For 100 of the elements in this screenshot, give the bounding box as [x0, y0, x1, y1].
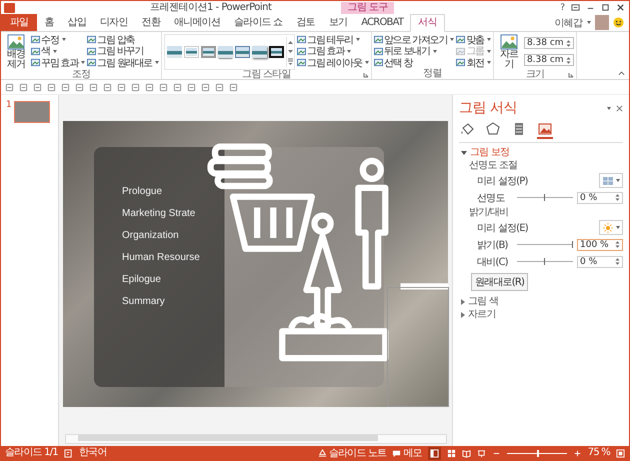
ribbon-button[interactable]: 선택 창 — [374, 57, 454, 68]
spinner-icon[interactable] — [566, 38, 571, 48]
close-icon[interactable] — [616, 104, 623, 112]
ribbon-button[interactable]: 그림 테두리 — [296, 34, 369, 46]
zoom-slider-thumb[interactable] — [536, 450, 539, 456]
zoom-in-icon[interactable] — [572, 448, 582, 458]
ribbon-tab[interactable]: 슬라이드 쇼 — [227, 14, 290, 31]
toolbar-icon[interactable] — [19, 82, 28, 92]
picture-style-thumbnail[interactable] — [268, 46, 284, 58]
close-icon[interactable] — [616, 3, 625, 12]
comments-button[interactable]: 메모 — [392, 446, 422, 460]
fill-tab-icon[interactable] — [459, 121, 475, 137]
ribbon-tab[interactable]: 디자인 — [93, 14, 135, 31]
user-name[interactable]: 이혜갑 — [554, 16, 582, 30]
ribbon-tab[interactable]: 파일 — [1, 14, 38, 31]
value-input-field[interactable]: 0 % — [577, 256, 623, 268]
toolbar-icon[interactable] — [103, 82, 112, 92]
toolbar-icon[interactable] — [159, 82, 168, 92]
toolbar-icon[interactable] — [89, 82, 98, 92]
smiley-icon[interactable] — [613, 17, 624, 28]
ribbon-button[interactable]: 그림 효과 — [296, 46, 369, 57]
ribbon-tab[interactable]: 홈 — [37, 14, 61, 31]
caret-icon[interactable] — [587, 21, 591, 24]
pane-options-icon[interactable] — [607, 106, 611, 110]
size-input-field[interactable]: 8.38 cm — [524, 54, 574, 66]
toolbar-icon[interactable] — [5, 82, 14, 92]
ribbon-button[interactable]: 꾸밈 효과 — [31, 57, 86, 68]
notes-icon — [318, 448, 327, 458]
ribbon-button[interactable]: 그림 원래대로 — [87, 57, 159, 68]
dialog-launcher-icon[interactable] — [568, 72, 574, 78]
ribbon-button[interactable]: 배경 제거 — [3, 34, 29, 70]
dialog-launcher-icon[interactable] — [362, 72, 369, 78]
gallery-scroll-icon[interactable] — [286, 37, 294, 67]
ribbon-tab[interactable]: 서식 — [410, 14, 445, 32]
spinner-icon[interactable] — [615, 257, 620, 266]
ribbon-button[interactable]: 자르기 — [496, 34, 522, 70]
horizontal-scrollbar[interactable] — [64, 434, 446, 444]
ribbon-button[interactable]: 회전 — [456, 57, 491, 68]
picture-style-gallery[interactable] — [164, 34, 295, 70]
normal-view-icon[interactable] — [428, 446, 441, 460]
spinner-icon[interactable] — [615, 193, 620, 202]
toolbar-icon[interactable] — [117, 82, 126, 92]
toolbar-icon[interactable] — [75, 82, 84, 92]
ribbon-button[interactable]: 그림 바꾸기 — [87, 46, 159, 57]
ribbon-button[interactable]: 색 — [31, 46, 86, 57]
ribbon-display-icon[interactable] — [571, 3, 580, 12]
toolbar-icon[interactable] — [145, 82, 154, 92]
toolbar-icon[interactable] — [187, 82, 196, 92]
ribbon-button[interactable]: 뒤로 보내기 — [374, 46, 454, 57]
fit-to-window-icon[interactable] — [616, 448, 625, 458]
picture-style-thumbnail[interactable] — [166, 46, 182, 58]
ribbon-button[interactable]: 수정 — [31, 34, 86, 46]
section-header[interactable]: 자르기 — [459, 308, 623, 321]
collapse-ribbon-icon[interactable] — [618, 70, 625, 76]
zoom-level[interactable]: 75 % — [588, 446, 610, 460]
pentagon-tab-icon[interactable] — [485, 121, 501, 137]
ribbon-tab[interactable]: 보기 — [322, 14, 354, 31]
toolbar-icon[interactable] — [61, 82, 70, 92]
spinner-icon[interactable] — [615, 240, 620, 249]
ribbon-tab[interactable]: 삽입 — [60, 14, 94, 31]
ribbon-button[interactable]: 그림 압축 — [87, 34, 159, 46]
picture-style-thumbnail[interactable] — [218, 46, 233, 58]
spinner-icon[interactable] — [566, 56, 571, 64]
ribbon-button[interactable]: 그림 레이아웃 — [296, 57, 369, 68]
presentation-icon[interactable] — [476, 448, 486, 458]
picture-icon — [31, 35, 40, 44]
ribbon-button[interactable]: 맞춤 — [456, 34, 491, 46]
toolbar-icon[interactable] — [229, 82, 238, 92]
ribbon-tab[interactable]: 애니메이션 — [167, 14, 228, 31]
picture-tab-icon[interactable] — [537, 121, 553, 139]
spellcheck-icon[interactable] — [64, 448, 73, 458]
picture-style-thumbnail[interactable] — [200, 46, 216, 58]
ribbon-tab[interactable]: ACROBAT — [354, 14, 410, 31]
book-icon[interactable] — [462, 448, 471, 458]
toolbar-icon[interactable] — [47, 82, 56, 92]
maximize-icon[interactable] — [601, 3, 610, 12]
section-header[interactable]: 그림 색 — [459, 295, 623, 308]
value-input-field[interactable]: 0 % — [577, 192, 623, 204]
ribbon-tab[interactable]: 전환 — [134, 14, 168, 31]
section-header[interactable]: 그림 보정 — [459, 146, 623, 159]
help-button[interactable]: ? — [560, 2, 565, 12]
ribbon-tab[interactable]: 검토 — [289, 14, 322, 31]
ribbon-button[interactable]: 앞으로 가져오기 — [374, 34, 454, 46]
toolbar-icon[interactable] — [131, 82, 140, 92]
caret-icon — [62, 38, 66, 42]
size-input-field[interactable]: 8.38 cm — [524, 37, 574, 49]
notes-button[interactable]: 슬라이드 노트 — [318, 446, 386, 460]
language-label[interactable]: 한국어 — [78, 446, 106, 460]
picture-style-thumbnail[interactable] — [252, 46, 267, 58]
picture-style-thumbnail[interactable] — [234, 46, 250, 58]
value-input-field[interactable]: 100 % — [577, 238, 623, 250]
toolbar-icon[interactable] — [215, 82, 224, 92]
slide-thumbnail[interactable] — [14, 101, 50, 123]
subsection-label: 밝기/대비 — [468, 206, 510, 219]
toolbar-icon[interactable] — [173, 82, 182, 92]
reset-button[interactable]: 원래대로(R) — [471, 273, 528, 291]
slide-sorter-icon[interactable] — [446, 448, 456, 458]
picture-style-thumbnail[interactable] — [184, 46, 199, 58]
toolbar-icon[interactable] — [33, 82, 42, 92]
toolbar-icon[interactable] — [201, 82, 210, 92]
